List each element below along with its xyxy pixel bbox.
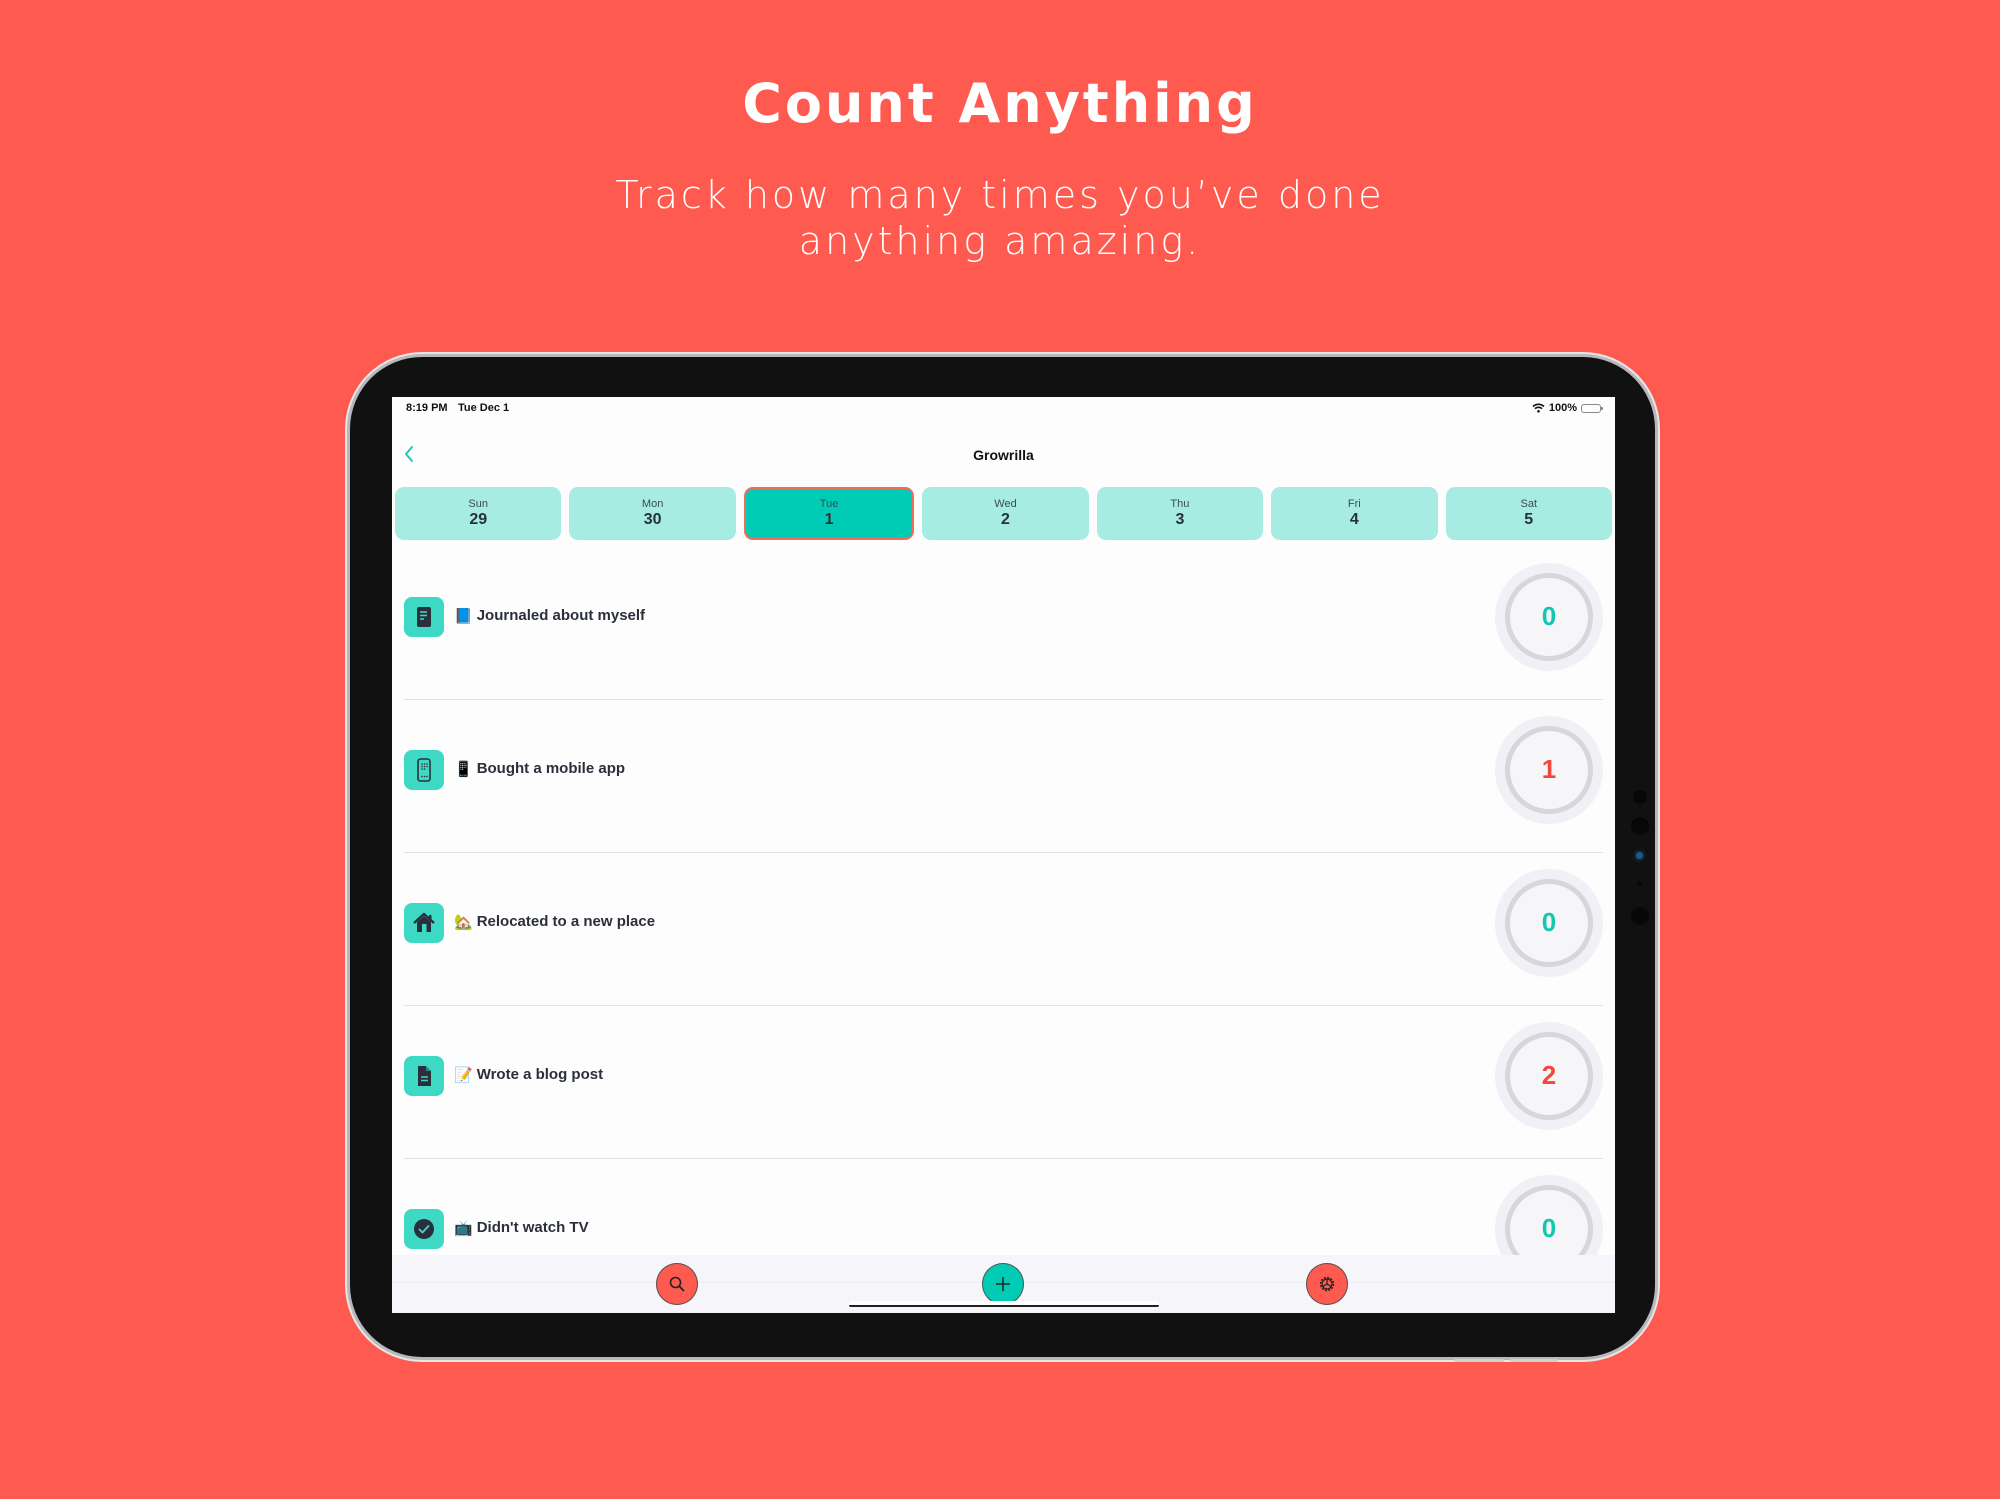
mobile-phone-icon: [404, 749, 444, 790]
count-button[interactable]: 2: [1495, 1021, 1603, 1130]
add-habit-button[interactable]: [982, 1263, 1024, 1305]
day-number: 3: [1175, 511, 1185, 528]
count-value: 0: [1505, 878, 1593, 967]
day-name: Fri: [1347, 498, 1361, 510]
habit-title: Wrote a blog post: [476, 1066, 604, 1083]
count-button[interactable]: 0: [1495, 868, 1603, 977]
day-number: 5: [1524, 511, 1534, 528]
habit-title: Journaled about myself: [476, 607, 646, 624]
day-number: 4: [1349, 511, 1359, 528]
habit-label: 📱 Bought a mobile app: [454, 760, 625, 778]
day-tile-sat[interactable]: Sat 5: [1445, 487, 1612, 540]
plus-icon: [996, 1277, 1010, 1291]
habit-title: Relocated to a new place: [476, 913, 656, 930]
habit-title: Bought a mobile app: [476, 760, 626, 777]
app-screen: 8:19 PM Tue Dec 1 100% Growrilla Sun 29 Mo…: [392, 397, 1615, 1313]
status-indicators: 100%: [1532, 402, 1603, 414]
gear-icon: [1319, 1276, 1335, 1292]
day-name: Thu: [1170, 498, 1190, 510]
front-camera: [1636, 852, 1643, 859]
day-number: 2: [1001, 511, 1010, 528]
count-value: 2: [1505, 1031, 1593, 1120]
day-tile-thu[interactable]: Thu 3: [1096, 487, 1264, 540]
promo-headline: Count Anything: [742, 72, 1258, 135]
document-icon: [404, 1055, 444, 1096]
habit-row[interactable]: 📘 Journaled about myself 0: [392, 547, 1615, 700]
day-tile-wed[interactable]: Wed 2: [922, 487, 1089, 540]
habit-emoji: 🏡: [454, 912, 473, 931]
wifi-icon: [1532, 403, 1545, 413]
navigation-bar: Growrilla: [392, 435, 1615, 479]
home-indicator: [849, 1301, 1159, 1307]
status-time: 8:19 PM: [406, 402, 448, 414]
search-icon: [669, 1276, 685, 1292]
volume-button: [1454, 1359, 1504, 1362]
side-sensor: [1637, 881, 1642, 886]
house-icon: [404, 902, 444, 943]
day-name: Tue: [819, 498, 839, 510]
side-sensor: [1631, 907, 1649, 925]
side-sensor: [1633, 790, 1647, 804]
bottom-toolbar: [392, 1255, 1615, 1313]
volume-button: [1510, 1359, 1558, 1362]
habit-row[interactable]: 📝 Wrote a blog post 2: [392, 1006, 1615, 1159]
habit-label: 🏡 Relocated to a new place: [454, 913, 655, 931]
battery-percentage: 100%: [1548, 402, 1577, 414]
side-sensor: [1631, 817, 1649, 835]
week-day-selector: Sun 29 Mon 30 Tue 1 Wed 2 Thu 3 Fri 4 Sat 5: [395, 487, 1612, 540]
habit-label: 📝 Wrote a blog post: [454, 1066, 603, 1084]
habit-emoji: 📺: [454, 1218, 473, 1237]
ipad-device-frame: 8:19 PM Tue Dec 1 100% Growrilla Sun 29 Mo…: [350, 357, 1655, 1362]
count-button[interactable]: 0: [1495, 562, 1603, 671]
search-button[interactable]: [656, 1263, 698, 1305]
day-name: Mon: [641, 498, 664, 510]
habit-row[interactable]: 🏡 Relocated to a new place 0: [392, 853, 1615, 1006]
day-tile-sun[interactable]: Sun 29: [395, 487, 562, 540]
nav-title: Growrilla: [973, 447, 1034, 463]
count-value: 1: [1505, 725, 1593, 814]
day-name: Sun: [468, 498, 488, 510]
promo-subline: Track how many times you’ve done anythin…: [0, 172, 2000, 264]
day-number: 29: [469, 511, 488, 528]
habit-row[interactable]: 📱 Bought a mobile app 1: [392, 700, 1615, 853]
habit-label: 📘 Journaled about myself: [454, 607, 645, 625]
check-circle-icon: [404, 1208, 444, 1249]
count-button[interactable]: 1: [1495, 715, 1603, 824]
day-tile-tue[interactable]: Tue 1: [743, 487, 915, 540]
habit-emoji: 📘: [454, 606, 473, 625]
settings-button[interactable]: [1306, 1263, 1348, 1305]
habit-title: Didn't watch TV: [476, 1219, 589, 1236]
count-value: 0: [1505, 572, 1593, 661]
day-name: Sat: [1520, 498, 1537, 510]
day-number: 30: [643, 511, 662, 528]
day-number: 1: [824, 511, 834, 528]
habit-label: 📺 Didn't watch TV: [454, 1219, 589, 1237]
habit-emoji: 📱: [454, 759, 473, 778]
day-tile-fri[interactable]: Fri 4: [1271, 487, 1438, 540]
battery-icon: [1581, 403, 1603, 413]
day-tile-mon[interactable]: Mon 30: [569, 487, 736, 540]
day-name: Wed: [994, 498, 1017, 510]
status-bar: 8:19 PM Tue Dec 1 100%: [392, 402, 1615, 418]
status-date: Tue Dec 1: [458, 402, 510, 414]
journal-icon: [404, 596, 444, 637]
habit-emoji: 📝: [454, 1065, 473, 1084]
promo-subline-line-1: Track how many times you’ve done: [615, 173, 1385, 217]
promo-subline-line-2: anything amazing.: [798, 219, 1202, 263]
